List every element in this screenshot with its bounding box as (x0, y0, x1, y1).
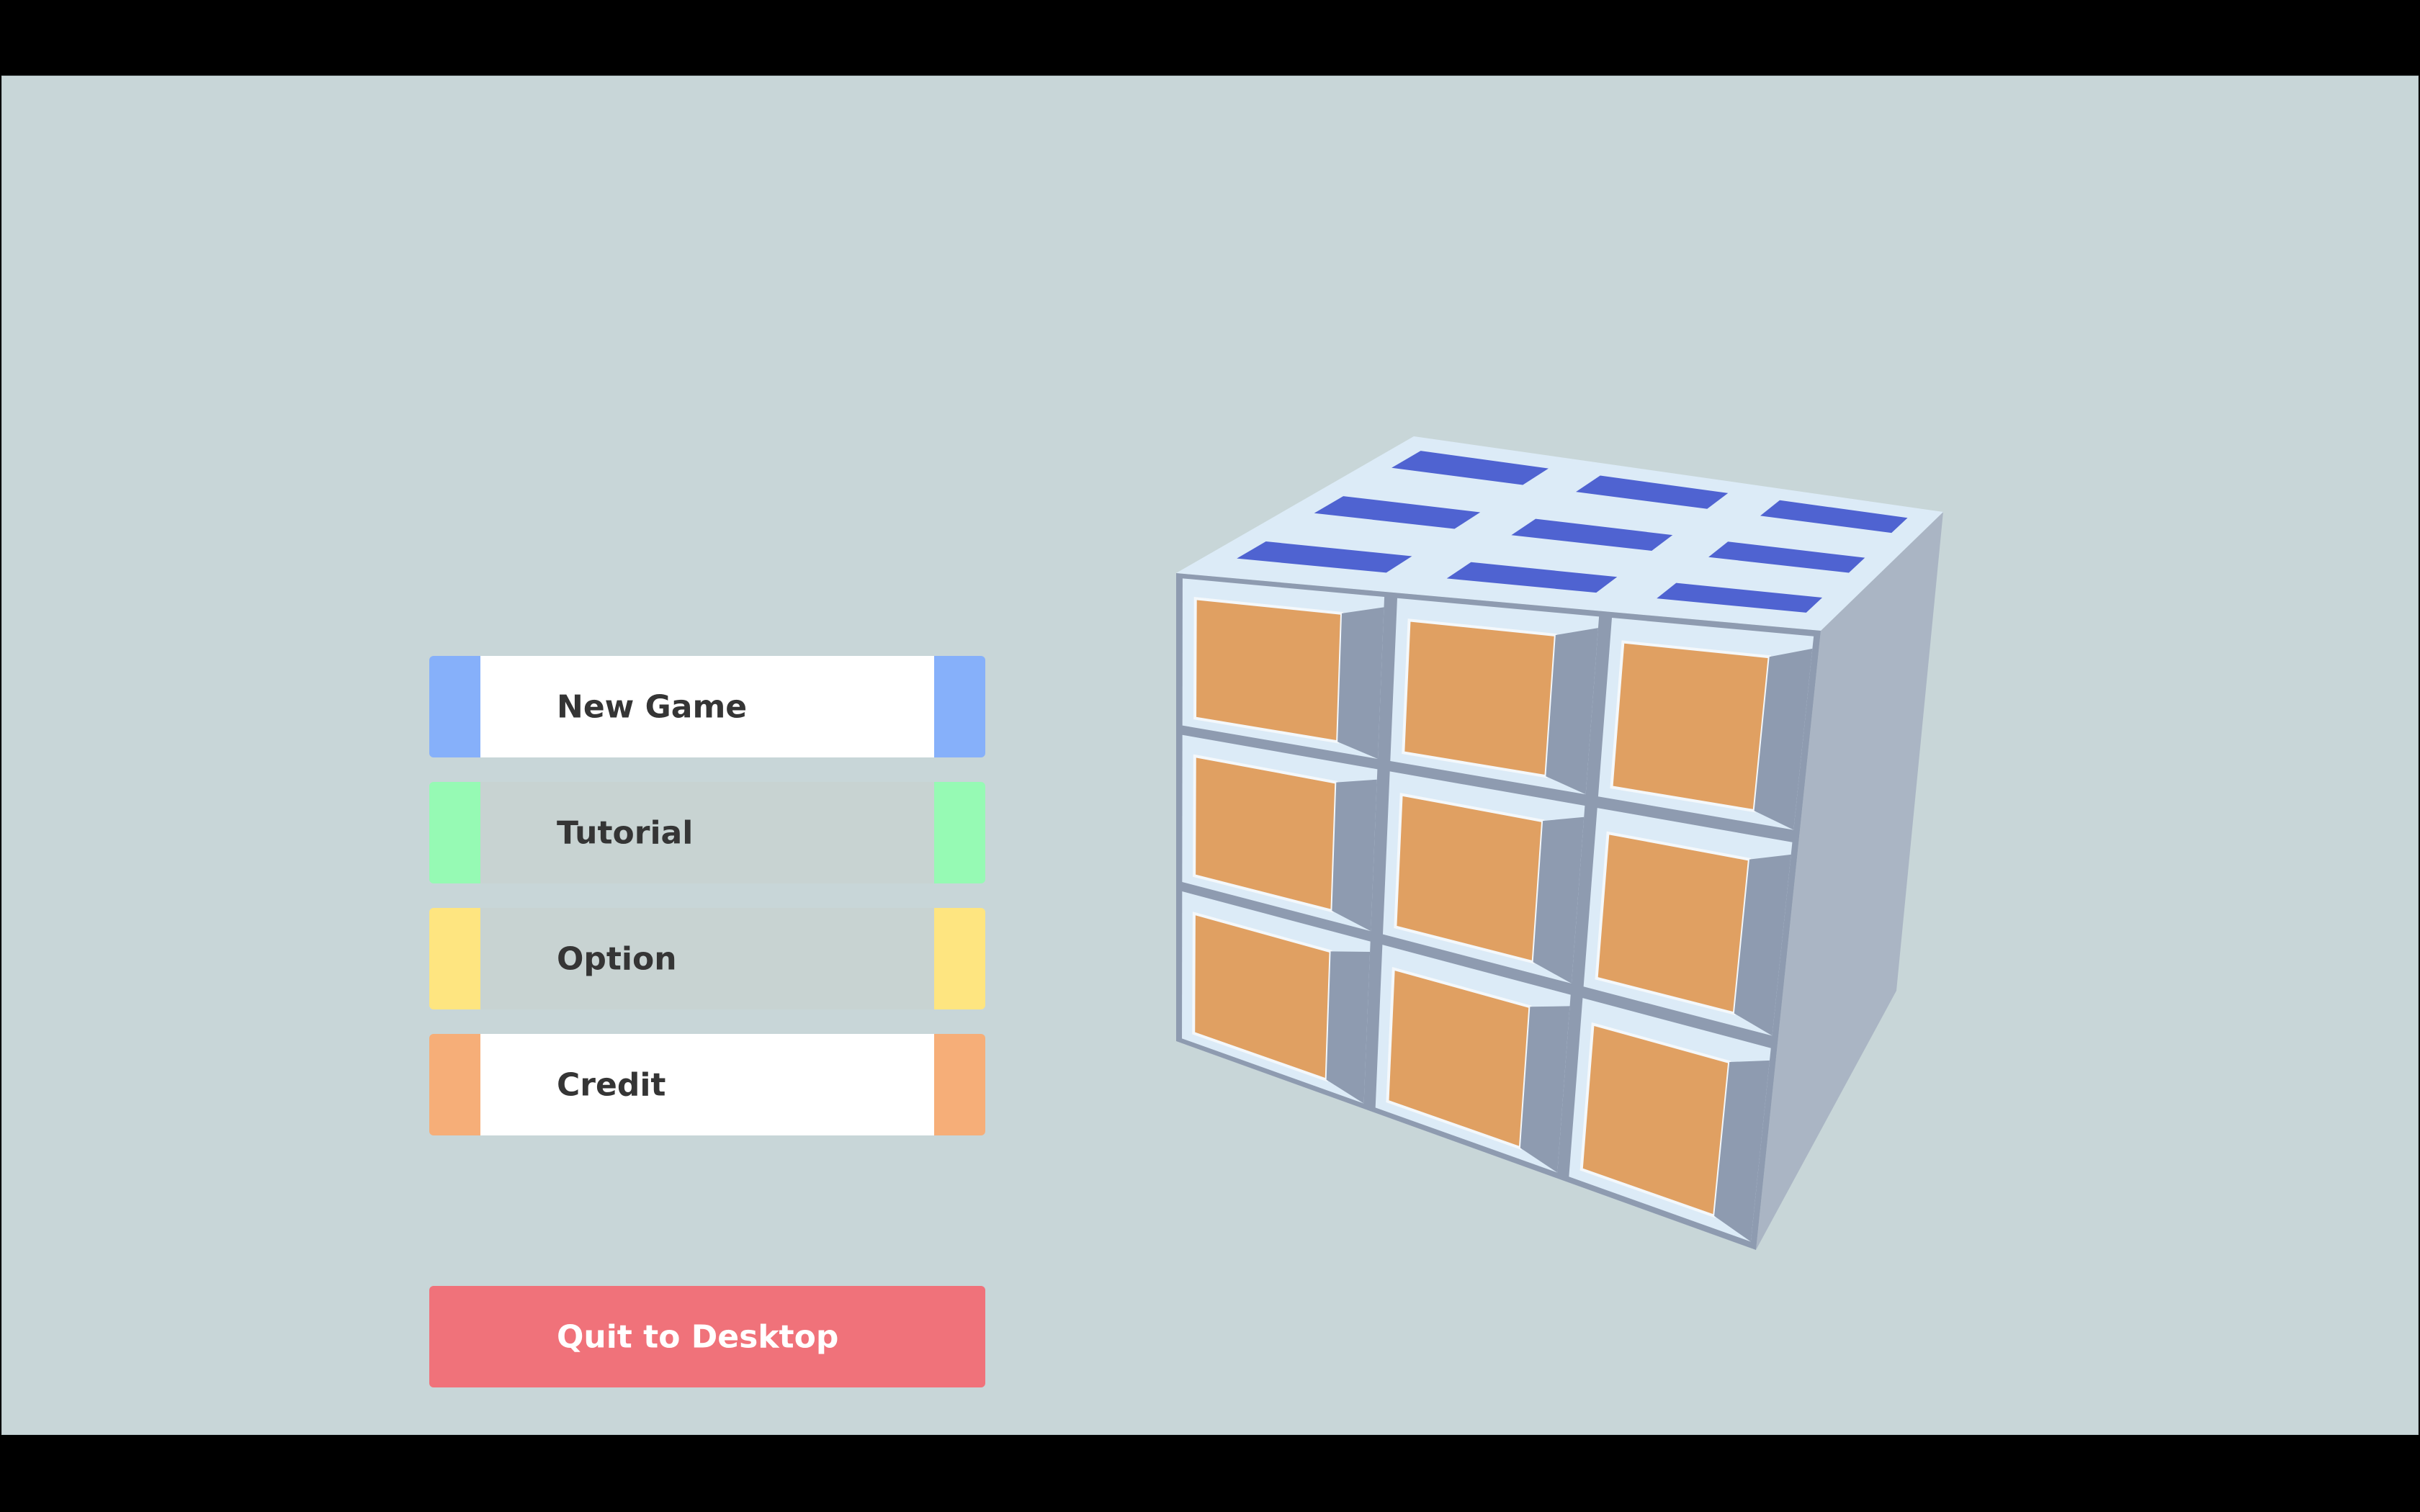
option-body: Option (480, 908, 934, 1009)
tutorial-right-cap (934, 782, 985, 883)
cube-cubie-bevel (1326, 951, 1371, 1104)
letterbox-top (0, 0, 2420, 76)
letterbox-bottom (0, 1435, 2420, 1512)
rubiks-cube-3d (1176, 436, 1943, 1250)
tutorial-body: Tutorial (480, 782, 934, 883)
cube-front-sticker (1610, 640, 1771, 813)
new-game-label: New Game (557, 688, 748, 725)
credit-body: Credit (480, 1034, 934, 1135)
credit-label: Credit (557, 1066, 666, 1103)
option-left-cap (429, 908, 480, 1009)
option-button[interactable]: Option (429, 908, 985, 1009)
tutorial-label: Tutorial (557, 814, 694, 851)
new-game-body: New Game (480, 656, 934, 757)
cube-cubie-bevel (1332, 779, 1377, 932)
new-game-left-cap (429, 656, 480, 757)
new-game-right-cap (934, 656, 985, 757)
credit-right-cap (934, 1034, 985, 1135)
quit-label: Quit to Desktop (557, 1318, 839, 1355)
tutorial-button[interactable]: Tutorial (429, 782, 985, 883)
new-game-button[interactable]: New Game (429, 656, 985, 757)
credit-button[interactable]: Credit (429, 1034, 985, 1135)
cube-cubie-bevel (1337, 607, 1384, 759)
quit-to-desktop-button[interactable]: Quit to Desktop (429, 1286, 985, 1387)
tutorial-left-cap (429, 782, 480, 883)
cube-front-sticker (1402, 618, 1558, 778)
option-right-cap (934, 908, 985, 1009)
option-label: Option (557, 940, 677, 977)
credit-left-cap (429, 1034, 480, 1135)
game-viewport: New Game Tutorial Option Credit Quit to … (1, 76, 2419, 1435)
cube-front-sticker (1193, 597, 1344, 744)
